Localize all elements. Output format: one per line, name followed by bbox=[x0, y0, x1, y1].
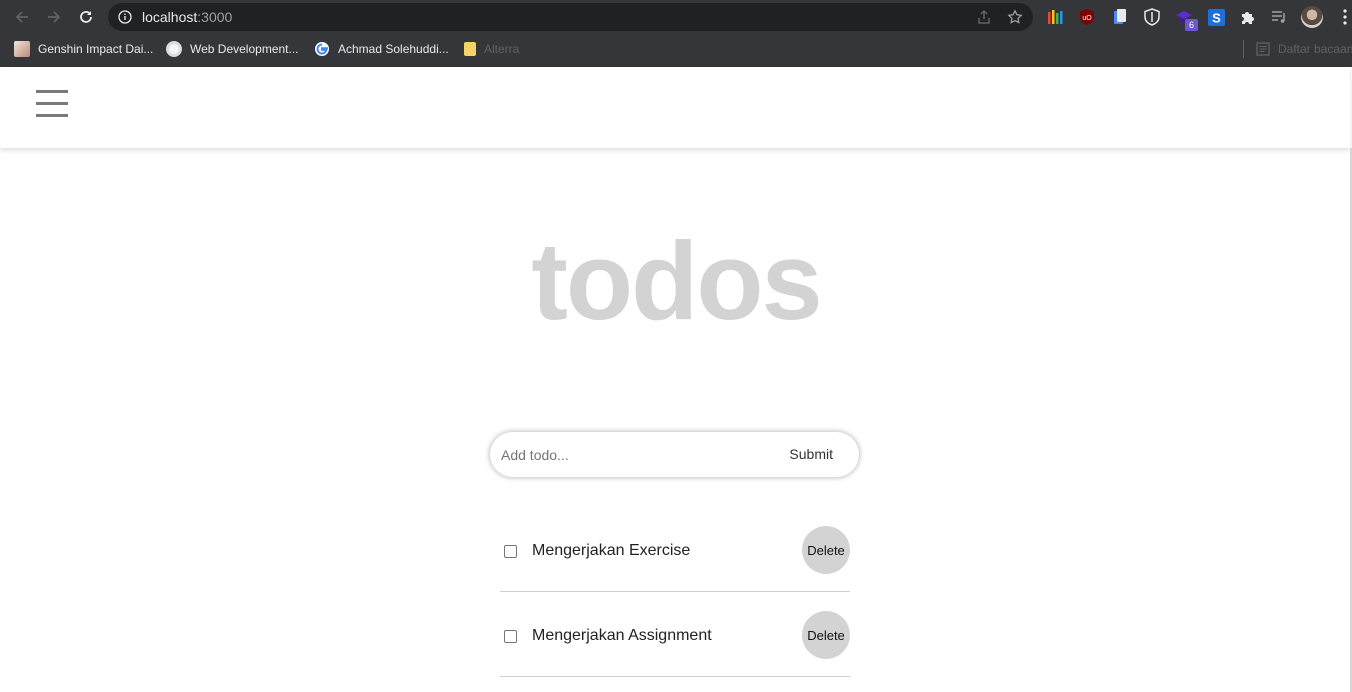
site-info-icon[interactable] bbox=[118, 10, 132, 24]
hamburger-menu-button[interactable] bbox=[36, 90, 68, 118]
delete-button[interactable]: Delete bbox=[802, 611, 850, 659]
media-control-icon[interactable] bbox=[1270, 8, 1288, 26]
app-page: todos Submit Mengerjakan Exercise Delete… bbox=[0, 67, 1352, 692]
browser-chrome: localhost:3000 uO 6 S Genshin Impact Dai… bbox=[0, 0, 1352, 67]
shield-extension-icon[interactable] bbox=[1143, 8, 1161, 26]
todo-text: Mengerjakan Exercise bbox=[532, 542, 691, 559]
todo-checkbox[interactable] bbox=[504, 630, 517, 643]
bookmark-label: Alterra bbox=[484, 42, 520, 56]
todo-form: Submit bbox=[490, 432, 859, 477]
s-extension-icon[interactable]: S bbox=[1207, 8, 1225, 26]
puzzle-extensions-icon[interactable] bbox=[1239, 8, 1257, 26]
browser-toolbar: localhost:3000 uO 6 S bbox=[0, 0, 1352, 34]
bookmark-achmad[interactable]: Achmad Solehuddi... bbox=[314, 40, 449, 58]
svg-text:uO: uO bbox=[1082, 15, 1092, 22]
todo-checkbox[interactable] bbox=[504, 545, 517, 558]
folder-favicon bbox=[464, 42, 476, 56]
bookmarks-bar: Genshin Impact Dai... Web Development...… bbox=[0, 34, 1352, 64]
submit-button[interactable]: Submit bbox=[789, 445, 833, 463]
google-favicon bbox=[315, 42, 329, 56]
url-text: localhost:3000 bbox=[142, 9, 232, 25]
todo-list: Mengerjakan Exercise Delete Mengerjakan … bbox=[500, 507, 850, 677]
bookmark-web-development[interactable]: Web Development... bbox=[166, 40, 299, 58]
genshin-favicon bbox=[14, 41, 30, 57]
svg-text:S: S bbox=[1212, 10, 1221, 25]
reload-icon bbox=[80, 11, 92, 23]
reading-list-label: Daftar bacaan bbox=[1278, 42, 1352, 56]
bookmark-label: Achmad Solehuddi... bbox=[338, 42, 449, 56]
reload-button[interactable] bbox=[74, 5, 98, 29]
reading-list-button[interactable]: Daftar bacaan bbox=[1243, 40, 1352, 58]
app-header bbox=[0, 67, 1350, 148]
url-port: :3000 bbox=[197, 9, 233, 25]
bookmark-label: Web Development... bbox=[190, 42, 299, 56]
forward-button[interactable] bbox=[42, 5, 66, 29]
arrow-left-icon bbox=[15, 11, 28, 23]
bookmark-genshin[interactable]: Genshin Impact Dai... bbox=[14, 40, 153, 58]
back-button[interactable] bbox=[10, 5, 34, 29]
hamburger-line bbox=[36, 114, 68, 117]
todo-text: Mengerjakan Assignment bbox=[532, 627, 712, 644]
reading-list-icon bbox=[1256, 42, 1270, 56]
coin-favicon bbox=[166, 41, 182, 57]
todo-input[interactable] bbox=[501, 443, 761, 467]
arrow-right-icon bbox=[48, 11, 61, 23]
extension-badge: 6 bbox=[1185, 19, 1198, 31]
profile-avatar[interactable] bbox=[1301, 6, 1323, 28]
hamburger-line bbox=[36, 102, 68, 105]
clipboard-extension-icon[interactable] bbox=[1111, 8, 1129, 26]
ublock-origin-icon[interactable]: uO bbox=[1078, 8, 1096, 26]
browser-menu-icon[interactable] bbox=[1338, 8, 1352, 26]
url-host: localhost bbox=[142, 9, 198, 25]
bookmark-folder-alterra[interactable]: Alterra bbox=[464, 40, 519, 58]
delete-button[interactable]: Delete bbox=[802, 526, 850, 574]
bookmark-label: Genshin Impact Dai... bbox=[38, 42, 154, 56]
todo-item: Mengerjakan Assignment Delete bbox=[500, 592, 850, 677]
page-title: todos bbox=[531, 220, 822, 343]
bookmark-star-icon[interactable] bbox=[1007, 9, 1023, 25]
share-icon[interactable] bbox=[976, 9, 992, 25]
address-bar[interactable]: localhost:3000 bbox=[108, 3, 1033, 31]
hamburger-line bbox=[36, 90, 68, 93]
todo-item: Mengerjakan Exercise Delete bbox=[500, 507, 850, 592]
bar-chart-extension-icon[interactable] bbox=[1046, 8, 1064, 26]
